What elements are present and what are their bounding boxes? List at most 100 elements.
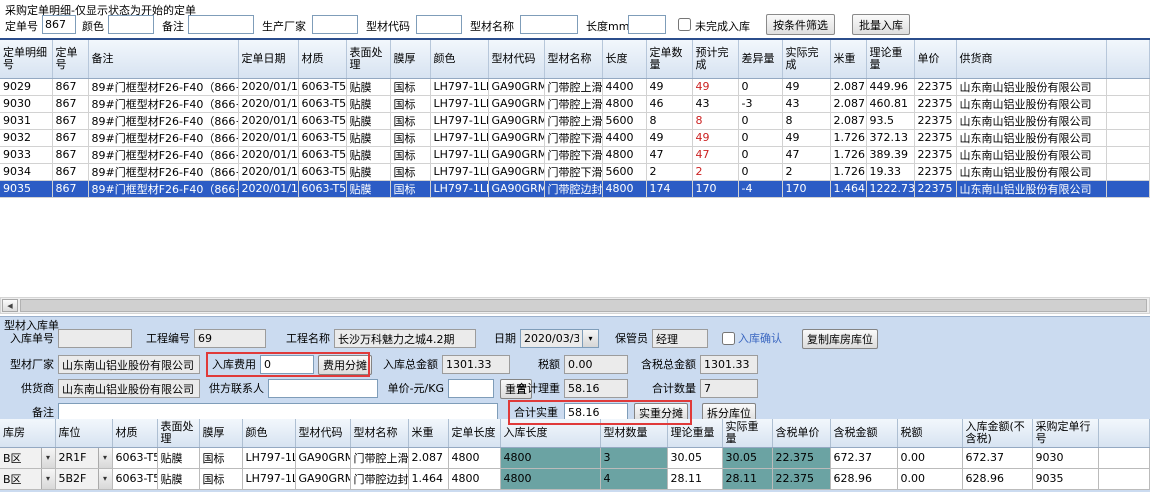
table-row[interactable]: 903086789#门框型材F26-F40（866+867）2020/01/13… [0,95,1150,112]
column-header[interactable]: 型材代码 [295,419,350,447]
factory-input[interactable] [58,355,200,374]
color-input[interactable] [108,15,154,34]
column-header[interactable]: 预计完成 [692,40,738,78]
scrollbar-thumb[interactable] [20,299,1147,312]
table-cell: 贴膜 [346,163,390,180]
inbound-no-label: 入库单号 [6,329,54,348]
horizontal-scrollbar[interactable]: ◀ [0,297,1150,314]
table-cell: 49 [646,129,692,146]
column-header[interactable]: 库房 [0,419,55,447]
column-header[interactable]: 入库金额(不含税) [962,419,1032,447]
column-header[interactable]: 含税金额 [830,419,897,447]
column-header[interactable]: 实际完成 [782,40,830,78]
table-cell: 2020/01/13 [238,180,298,197]
dropdown-arrow-icon[interactable]: ▾ [98,469,112,489]
column-header[interactable]: 定单数量 [646,40,692,78]
column-header[interactable]: 入库长度 [500,419,600,447]
column-header[interactable]: 长度 [602,40,646,78]
profile-code-input[interactable] [416,15,462,34]
fee-input[interactable] [260,355,314,374]
tax-total-input[interactable] [700,355,758,374]
batch-inbound-button[interactable]: 批量入库 [852,14,910,35]
dropdown-arrow-icon[interactable]: ▾ [98,448,112,468]
unfinished-checkbox[interactable] [678,18,691,31]
inbound-no-input[interactable] [58,329,132,348]
dropdown-arrow-icon[interactable]: ▾ [41,448,55,468]
column-header[interactable]: 理论重量 [866,40,914,78]
column-header[interactable]: 差异量 [738,40,782,78]
table-row[interactable]: B区▾2R1F▾6063-T5贴膜国标LH797-1LL0GA90GRM03门带… [0,447,1150,468]
table-cell: GA90GRM05 [295,468,350,489]
length-input[interactable] [628,15,666,34]
column-header[interactable]: 实际重量 [722,419,772,447]
keeper-input[interactable] [652,329,708,348]
column-header[interactable]: 定单明细号 [0,40,52,78]
dropdown-arrow-icon[interactable]: ▾ [41,469,55,489]
column-header[interactable]: 材质 [112,419,157,447]
date-input[interactable] [520,329,582,348]
column-header[interactable]: 含税单价 [772,419,830,447]
column-header[interactable]: 膜厚 [390,40,430,78]
table-cell: 867 [52,78,88,95]
column-header[interactable]: 型材数量 [600,419,667,447]
column-header[interactable]: 型材代码 [488,40,544,78]
profile-name-input[interactable] [520,15,578,34]
copy-location-button[interactable]: 复制库房库位 [802,329,878,349]
table-cell: 22.375 [772,447,830,468]
contact-input[interactable] [268,379,378,398]
column-header[interactable]: 颜色 [430,40,488,78]
remark-input[interactable] [188,15,254,34]
table-cell-filler [1106,129,1150,146]
filter-button[interactable]: 按条件筛选 [766,14,835,35]
column-header[interactable]: 定单日期 [238,40,298,78]
table-cell: 贴膜 [346,129,390,146]
column-header[interactable]: 材质 [298,40,346,78]
theo-total-input[interactable] [564,379,628,398]
unfinished-label: 未完成入库 [695,18,750,34]
confirm-checkbox[interactable] [722,332,735,345]
table-cell: 2 [782,163,830,180]
column-header[interactable]: 供货商 [956,40,1106,78]
column-header[interactable]: 单价 [914,40,956,78]
table-cell: 49 [782,129,830,146]
date-picker-button[interactable]: ▾ [582,329,599,348]
table-cell: 贴膜 [157,447,199,468]
fee-allocate-button[interactable]: 费用分摊 [318,355,372,375]
column-header[interactable]: 定单号 [52,40,88,78]
column-header[interactable]: 定单长度 [448,419,500,447]
scroll-left-icon[interactable]: ◀ [2,299,18,312]
project-name-input[interactable] [334,329,476,348]
column-header[interactable]: 米重 [830,40,866,78]
column-header[interactable]: 库位 [55,419,112,447]
column-header[interactable]: 备注 [88,40,238,78]
column-header[interactable]: 表面处理 [346,40,390,78]
table-cell: 6063-T5 [298,129,346,146]
project-no-input[interactable] [194,329,266,348]
tax-input[interactable] [564,355,628,374]
unit-price-input[interactable] [448,379,494,398]
table-row[interactable]: B区▾5B2F▾6063-T5贴膜国标LH797-1LL0GA90GRM05门带… [0,468,1150,489]
total-amount-input[interactable] [442,355,510,374]
column-header[interactable]: 型材名称 [544,40,602,78]
table-row[interactable]: 903186789#门框型材F26-F40（866+867）2020/01/13… [0,112,1150,129]
table-cell: 2020/01/13 [238,78,298,95]
table-cell-filler [1098,468,1150,489]
manufacturer-input[interactable] [312,15,358,34]
column-header[interactable]: 理论重量 [667,419,722,447]
table-row[interactable]: 902986789#门框型材F26-F40（866+867）2020/01/13… [0,78,1150,95]
column-header[interactable]: 采购定单行号 [1032,419,1098,447]
qty-total-input[interactable] [700,379,758,398]
order-no-input[interactable] [42,15,76,34]
column-header[interactable]: 膜厚 [199,419,242,447]
table-row[interactable]: 903386789#门框型材F26-F40（866+867）2020/01/13… [0,146,1150,163]
column-header[interactable]: 型材名称 [350,419,408,447]
table-cell: 6063-T5 [298,78,346,95]
column-header[interactable]: 税额 [897,419,962,447]
column-header[interactable]: 米重 [408,419,448,447]
table-row[interactable]: 903486789#门框型材F26-F40（866+867）2020/01/13… [0,163,1150,180]
column-header[interactable]: 颜色 [242,419,295,447]
table-row[interactable]: 903586789#门框型材F26-F40（866+867）2020/01/13… [0,180,1150,197]
table-row[interactable]: 903286789#门框型材F26-F40（866+867）2020/01/13… [0,129,1150,146]
supplier-input[interactable] [58,379,200,398]
column-header[interactable]: 表面处理 [157,419,199,447]
